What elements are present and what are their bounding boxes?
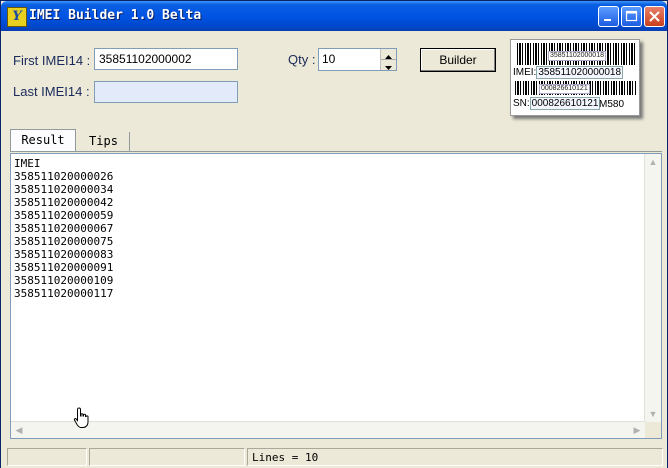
tab-tips[interactable]: Tips [78, 132, 130, 151]
result-line: 358511020000091 [14, 261, 114, 274]
first-imei-label: First IMEI14 : [13, 53, 91, 68]
scroll-right-icon[interactable]: ▶ [630, 423, 644, 437]
result-line: 358511020000075 [14, 235, 114, 248]
maximize-icon [625, 10, 638, 22]
sn-line-label: SN: [513, 98, 530, 109]
result-line: 358511020000059 [14, 209, 114, 222]
close-button[interactable] [644, 6, 665, 27]
imei-line-label: IMEI: [513, 67, 537, 78]
last-imei-label: Last IMEI14 : [13, 84, 90, 99]
tab-divider [10, 151, 662, 152]
status-lines-count: Lines = 10 [252, 451, 319, 464]
result-line: 358511020000117 [14, 287, 114, 300]
maximize-button[interactable] [621, 6, 642, 27]
result-textarea[interactable]: IMEI 358511020000026 358511020000034 358… [10, 153, 662, 439]
scroll-down-icon[interactable]: ▼ [646, 407, 660, 421]
imei-line: IMEI: 358511020000018 [513, 66, 624, 79]
sn-line-value: 000826610121 [529, 97, 601, 110]
result-lines: IMEI 358511020000026 358511020000034 358… [14, 157, 113, 300]
tab-result[interactable]: Result [10, 129, 76, 151]
app-icon: Y [7, 7, 27, 27]
scroll-left-icon[interactable]: ◀ [12, 423, 26, 437]
status-bar: Lines = 10 [1, 446, 667, 468]
app-window: Y IMEI Builder 1.0 Belta First IMEI14 : … [0, 0, 668, 468]
minimize-button[interactable] [598, 6, 619, 27]
barcode-top-code: 35851102000018 [548, 51, 606, 61]
qty-stepper[interactable]: 10 [318, 48, 397, 71]
first-imei-input[interactable]: 35851102000002 [94, 48, 238, 70]
arrow-down-icon [385, 66, 392, 70]
qty-down-button[interactable] [381, 60, 396, 70]
last-imei-input[interactable] [94, 81, 238, 103]
imei-line-value: 358511020000018 [536, 66, 624, 79]
result-line: 358511020000067 [14, 222, 114, 235]
model-text: M580 [599, 99, 625, 110]
status-panel-2 [89, 448, 245, 466]
horizontal-scrollbar[interactable]: ◀ ▶ [11, 421, 645, 438]
scrollbar-corner [645, 422, 661, 438]
status-panel-1 [7, 448, 87, 466]
qty-up-button[interactable] [381, 49, 396, 60]
result-line: 358511020000034 [14, 183, 114, 196]
barcode-middle-code: 000826610121 [539, 84, 590, 94]
vertical-scrollbar[interactable]: ▲ ▼ [644, 154, 661, 422]
window-title: IMEI Builder 1.0 Belta [29, 8, 202, 23]
result-line: 358511020000109 [14, 274, 114, 287]
title-bar[interactable]: Y IMEI Builder 1.0 Belta [1, 1, 667, 31]
qty-value: 10 [322, 52, 336, 66]
result-line: 358511020000042 [14, 196, 114, 209]
scroll-up-icon[interactable]: ▲ [646, 155, 660, 169]
status-panel-3: Lines = 10 [247, 448, 663, 466]
builder-button[interactable]: Builder [420, 48, 496, 72]
sn-line: SN: 000826610121 [513, 97, 601, 110]
result-line: 358511020000083 [14, 248, 114, 261]
hand-cursor-icon [73, 407, 89, 428]
close-icon [649, 11, 660, 22]
qty-label: Qty : [288, 52, 316, 67]
minimize-icon [604, 19, 611, 21]
barcode-label-preview: 35851102000018 IMEI: 358511020000018 0008… [510, 39, 640, 116]
qty-arrows [380, 49, 396, 70]
result-line: 358511020000026 [14, 170, 114, 183]
result-line: IMEI [14, 157, 41, 170]
